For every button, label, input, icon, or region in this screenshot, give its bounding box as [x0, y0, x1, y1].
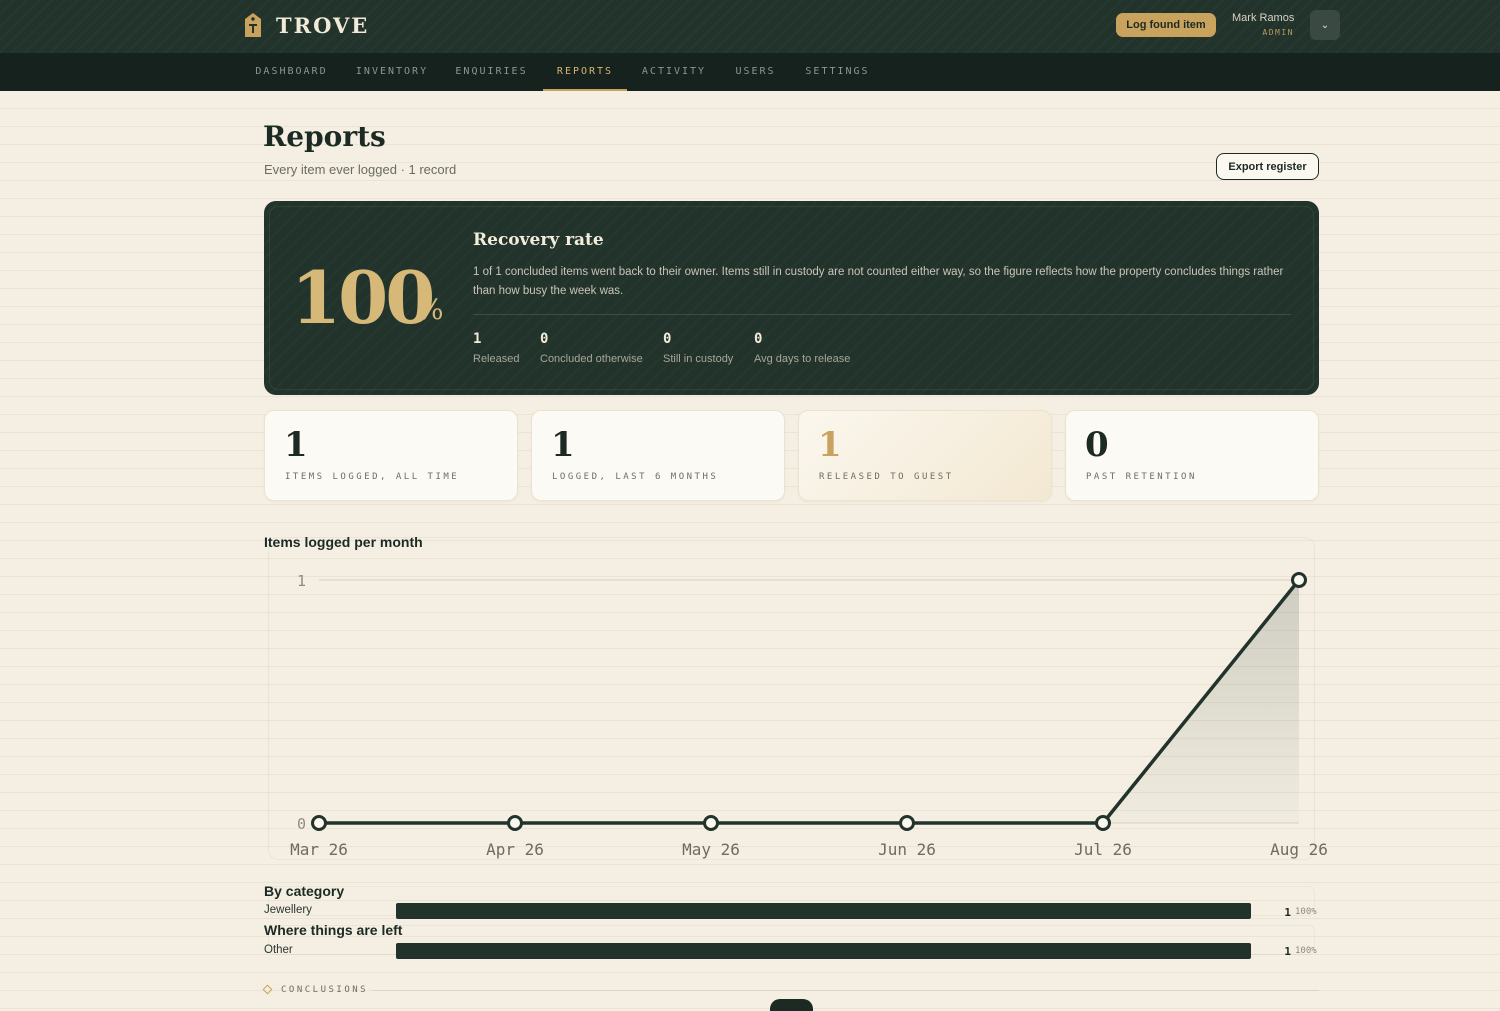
chevron-down-icon: ⌄: [1320, 19, 1330, 31]
tag-icon: [245, 13, 261, 37]
chart-title: Items logged per month: [264, 534, 423, 550]
user-menu-button[interactable]: ⌄: [1310, 10, 1340, 40]
avg-days-value: 0: [754, 331, 763, 347]
stat-label: RELEASED TO GUEST: [819, 472, 954, 482]
nav-reports[interactable]: REPORTS: [543, 53, 627, 91]
nav-inventory[interactable]: INVENTORY: [343, 53, 441, 91]
stat-label: PAST RETENTION: [1086, 472, 1197, 482]
main-nav: DASHBOARD INVENTORY ENQUIRIES REPORTS AC…: [0, 53, 1500, 91]
recovery-rate-description: 1 of 1 concluded items went back to thei…: [473, 266, 1284, 297]
stat-label: ITEMS LOGGED, ALL TIME: [285, 472, 460, 482]
location-count: 1: [1284, 945, 1291, 958]
nav-dashboard[interactable]: DASHBOARD: [243, 53, 340, 91]
category-bar-track: [396, 903, 1251, 919]
brand-logo[interactable]: TROVE: [244, 12, 369, 38]
location-bar-track: [396, 943, 1251, 959]
active-tab-indicator: [543, 89, 627, 91]
where-left-title: Where things are left: [264, 922, 403, 938]
still-in-custody-label: Still in custody: [663, 353, 734, 365]
category-percent: 100%: [1295, 907, 1317, 917]
stat-card-past-retention: 0 PAST RETENTION: [1065, 410, 1319, 501]
diamond-icon: [262, 984, 273, 995]
divider: [372, 990, 1319, 991]
stat-card-released: 1 RELEASED TO GUEST: [798, 410, 1052, 501]
stat-value: 1: [551, 425, 575, 465]
export-register-button[interactable]: Export register: [1216, 153, 1319, 180]
recovery-rate-value: 100: [291, 255, 435, 340]
location-label: Other: [264, 944, 293, 956]
avg-days-label: Avg days to release: [754, 353, 851, 365]
recovery-rate-title: Recovery rate: [473, 230, 604, 250]
nav-settings[interactable]: SETTINGS: [792, 53, 883, 91]
location-bar-fill: [396, 943, 1251, 959]
location-percent: 100%: [1295, 946, 1317, 956]
stat-label: LOGGED, LAST 6 MONTHS: [552, 472, 719, 482]
nav-users[interactable]: USERS: [722, 53, 789, 91]
user-role: ADMIN: [1262, 28, 1294, 37]
released-value: 1: [473, 331, 482, 347]
stat-value: 1: [284, 425, 308, 465]
floating-action-button[interactable]: [770, 999, 813, 1011]
divider: [473, 314, 1291, 315]
nav-enquiries[interactable]: ENQUIRIES: [443, 53, 540, 91]
category-bar-fill: [396, 903, 1251, 919]
recovery-rate-unit: %: [417, 293, 444, 326]
stat-value: 1: [818, 425, 842, 465]
nav-activity[interactable]: ACTIVITY: [629, 53, 719, 91]
conclusions-label: CONCLUSIONS: [281, 985, 369, 995]
page-subtitle: Every item ever logged · 1 record: [264, 162, 457, 177]
app-name: TROVE: [276, 12, 370, 38]
chart-frame: [268, 537, 1315, 860]
released-label: Released: [473, 353, 520, 365]
stat-card-last-6-months: 1 LOGGED, LAST 6 MONTHS: [531, 410, 785, 501]
stat-card-items-logged: 1 ITEMS LOGGED, ALL TIME: [264, 410, 518, 501]
concluded-otherwise-label: Concluded otherwise: [540, 353, 643, 365]
category-count: 1: [1284, 906, 1291, 919]
category-label: Jewellery: [264, 904, 312, 916]
by-category-title: By category: [264, 883, 345, 899]
concluded-otherwise-value: 0: [540, 331, 549, 347]
user-name: Mark Ramos: [1232, 12, 1295, 24]
stat-value: 0: [1085, 425, 1109, 465]
log-found-item-button[interactable]: Log found item: [1116, 13, 1216, 37]
page-title: Reports: [263, 120, 386, 153]
top-bar: [0, 0, 1500, 53]
still-in-custody-value: 0: [663, 331, 672, 347]
